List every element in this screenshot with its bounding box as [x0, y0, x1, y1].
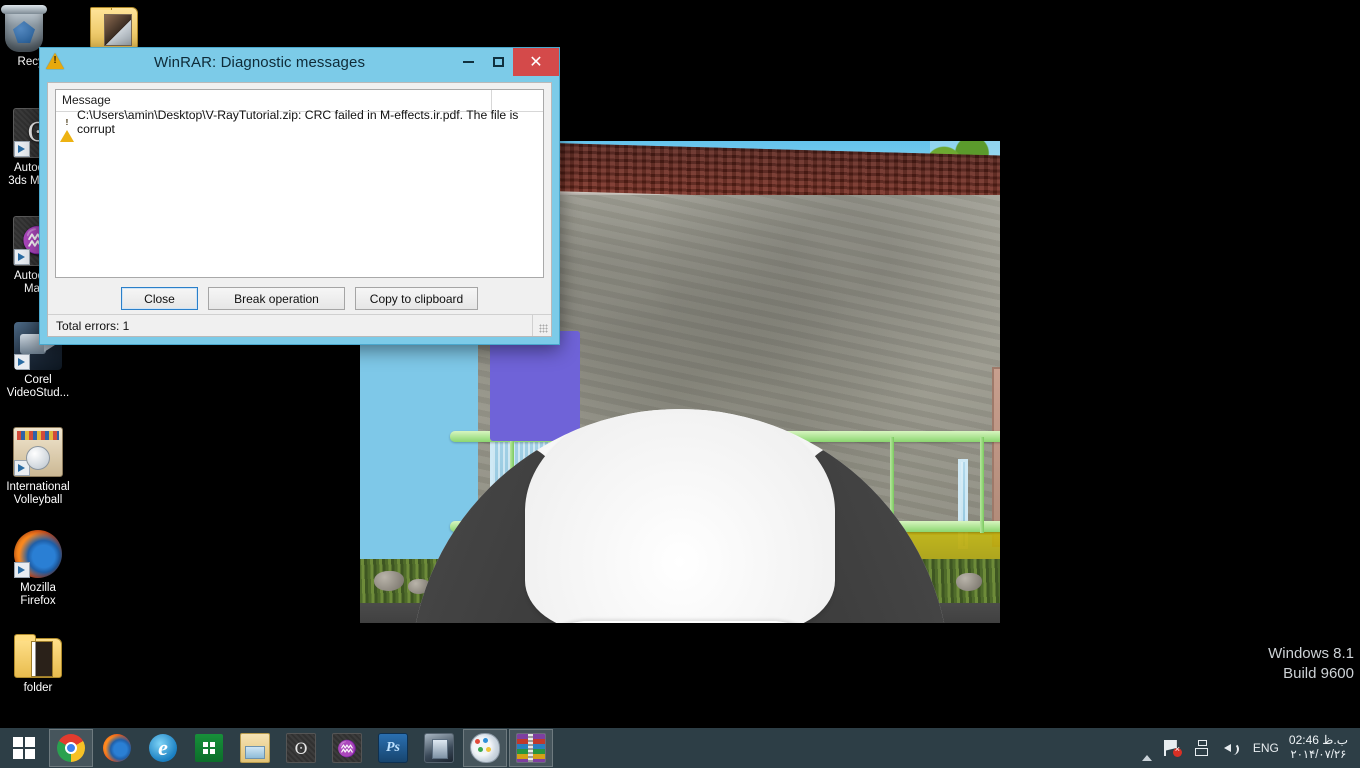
taskbar-photoshop[interactable]: Ps [371, 729, 415, 767]
network-button[interactable] [1187, 728, 1217, 768]
autodesk-maya-icon: ♒ [332, 733, 362, 763]
total-errors-label: Total errors: 1 [56, 318, 130, 333]
recycle-bin-icon [1, 5, 47, 52]
taskbar-items: e ʘ ♒ Ps [48, 728, 1136, 768]
clock-date: ۲۰۱۴/۰۷/۲۶ [1290, 749, 1347, 761]
desktop[interactable]: Recycle ʘ Autodesk 3ds Max 20 ♒ Autodesk… [0, 0, 1360, 728]
start-button[interactable] [0, 728, 48, 768]
dialog-button-row: Close Break operation Copy to clipboard [48, 287, 551, 310]
file-explorer-icon [240, 733, 270, 763]
flag-icon [1163, 740, 1182, 757]
desktop-icon-folder-top[interactable] [76, 2, 152, 53]
minimize-button[interactable] [453, 48, 483, 76]
screen: Recycle ʘ Autodesk 3ds Max 20 ♒ Autodesk… [0, 0, 1360, 768]
copy-to-clipboard-button[interactable]: Copy to clipboard [355, 287, 478, 310]
autodesk-3ds-max-icon: ʘ [286, 733, 316, 763]
shortcut-arrow-icon [14, 141, 30, 157]
media-app-icon [424, 733, 454, 763]
ball-panel-mid [538, 621, 822, 623]
warning-icon [46, 53, 66, 71]
international-volleyball-icon [13, 427, 63, 477]
taskbar-chrome[interactable] [49, 729, 93, 767]
show-hidden-icons-button[interactable] [1136, 728, 1158, 768]
desktop-icon-folder[interactable]: folder [0, 632, 76, 695]
folder-icon [14, 634, 62, 678]
close-button[interactable]: Close [121, 287, 198, 310]
windows-watermark: Windows 8.1 Build 9600 [1268, 644, 1354, 684]
taskbar-media-app[interactable] [417, 729, 461, 767]
taskbar-maya[interactable]: ♒ [325, 729, 369, 767]
shortcut-arrow-icon [14, 249, 30, 265]
window-controls[interactable]: ✕ [453, 48, 559, 76]
message-row[interactable]: C:\Users\amin\Desktop\V-RayTutorial.zip:… [56, 108, 543, 142]
firefox-icon [103, 734, 131, 762]
desktop-icon-mozilla-firefox[interactable]: Mozilla Firefox [0, 530, 76, 608]
render-purple-object [490, 331, 580, 441]
language-indicator[interactable]: ENG [1247, 728, 1285, 768]
internet-explorer-icon: e [149, 734, 177, 762]
desktop-icon-label: folder [23, 682, 53, 694]
winrar-diagnostic-dialog[interactable]: WinRAR: Diagnostic messages ✕ Message C:… [39, 47, 560, 345]
folder-icon [90, 7, 138, 49]
firefox-icon [14, 530, 62, 578]
shortcut-arrow-icon [14, 460, 30, 476]
taskbar-firefox[interactable] [95, 729, 139, 767]
maximize-button[interactable] [483, 48, 513, 76]
shortcut-arrow-icon [14, 354, 30, 370]
render-rail-post [980, 437, 984, 533]
close-window-button[interactable]: ✕ [513, 48, 559, 76]
render-door [992, 367, 1000, 547]
clock-time: 02:46 ب.ظ [1288, 733, 1348, 747]
taskbar[interactable]: e ʘ ♒ Ps × ENG 02:46 ب.ظ ۲۰۱۴/۰۷/۲۶ [0, 728, 1360, 768]
action-center-button[interactable] [1158, 728, 1187, 768]
taskbar-3ds-max[interactable]: ʘ [279, 729, 323, 767]
watermark-line-1: Windows 8.1 [1268, 645, 1354, 662]
resize-grip[interactable] [533, 315, 551, 336]
taskbar-store[interactable] [187, 729, 231, 767]
volume-icon [1223, 740, 1241, 756]
volume-button[interactable] [1217, 728, 1247, 768]
message-list[interactable]: Message C:\Users\amin\Desktop\V-RayTutor… [55, 89, 544, 278]
taskbar-internet-explorer[interactable]: e [141, 729, 185, 767]
warning-icon [60, 115, 74, 142]
taskbar-winrar[interactable] [509, 729, 553, 767]
photoshop-icon: Ps [378, 733, 408, 763]
taskbar-file-explorer[interactable] [233, 729, 277, 767]
shortcut-arrow-icon [14, 562, 30, 578]
dialog-body: Message C:\Users\amin\Desktop\V-RayTutor… [47, 82, 552, 337]
taskbar-paint[interactable] [463, 729, 507, 767]
desktop-icon-label: Mozilla Firefox [20, 582, 56, 607]
system-tray: ENG 02:46 ب.ظ ۲۰۱۴/۰۷/۲۶ [1136, 728, 1360, 768]
store-icon [195, 734, 223, 762]
windows-logo-icon [13, 737, 35, 759]
ball-panel-top [525, 409, 835, 623]
paint-icon [470, 733, 500, 763]
desktop-icon-international-volleyball[interactable]: International Volleyball [0, 427, 76, 507]
network-icon [1193, 740, 1211, 756]
dialog-title: WinRAR: Diagnostic messages [153, 53, 366, 71]
dialog-status-bar: Total errors: 1 [48, 314, 551, 336]
chrome-icon [57, 734, 85, 762]
dialog-titlebar[interactable]: WinRAR: Diagnostic messages ✕ [40, 48, 559, 76]
winrar-icon [516, 733, 546, 763]
clock[interactable]: 02:46 ب.ظ ۲۰۱۴/۰۷/۲۶ [1285, 733, 1356, 763]
message-row-text: C:\Users\amin\Desktop\V-RayTutorial.zip:… [77, 108, 519, 136]
desktop-icon-label: International Volleyball [6, 481, 70, 506]
watermark-line-2: Build 9600 [1283, 665, 1354, 682]
desktop-icon-label: Corel VideoStud... [6, 374, 70, 399]
break-operation-button[interactable]: Break operation [208, 287, 345, 310]
chevron-up-icon [1142, 741, 1152, 755]
